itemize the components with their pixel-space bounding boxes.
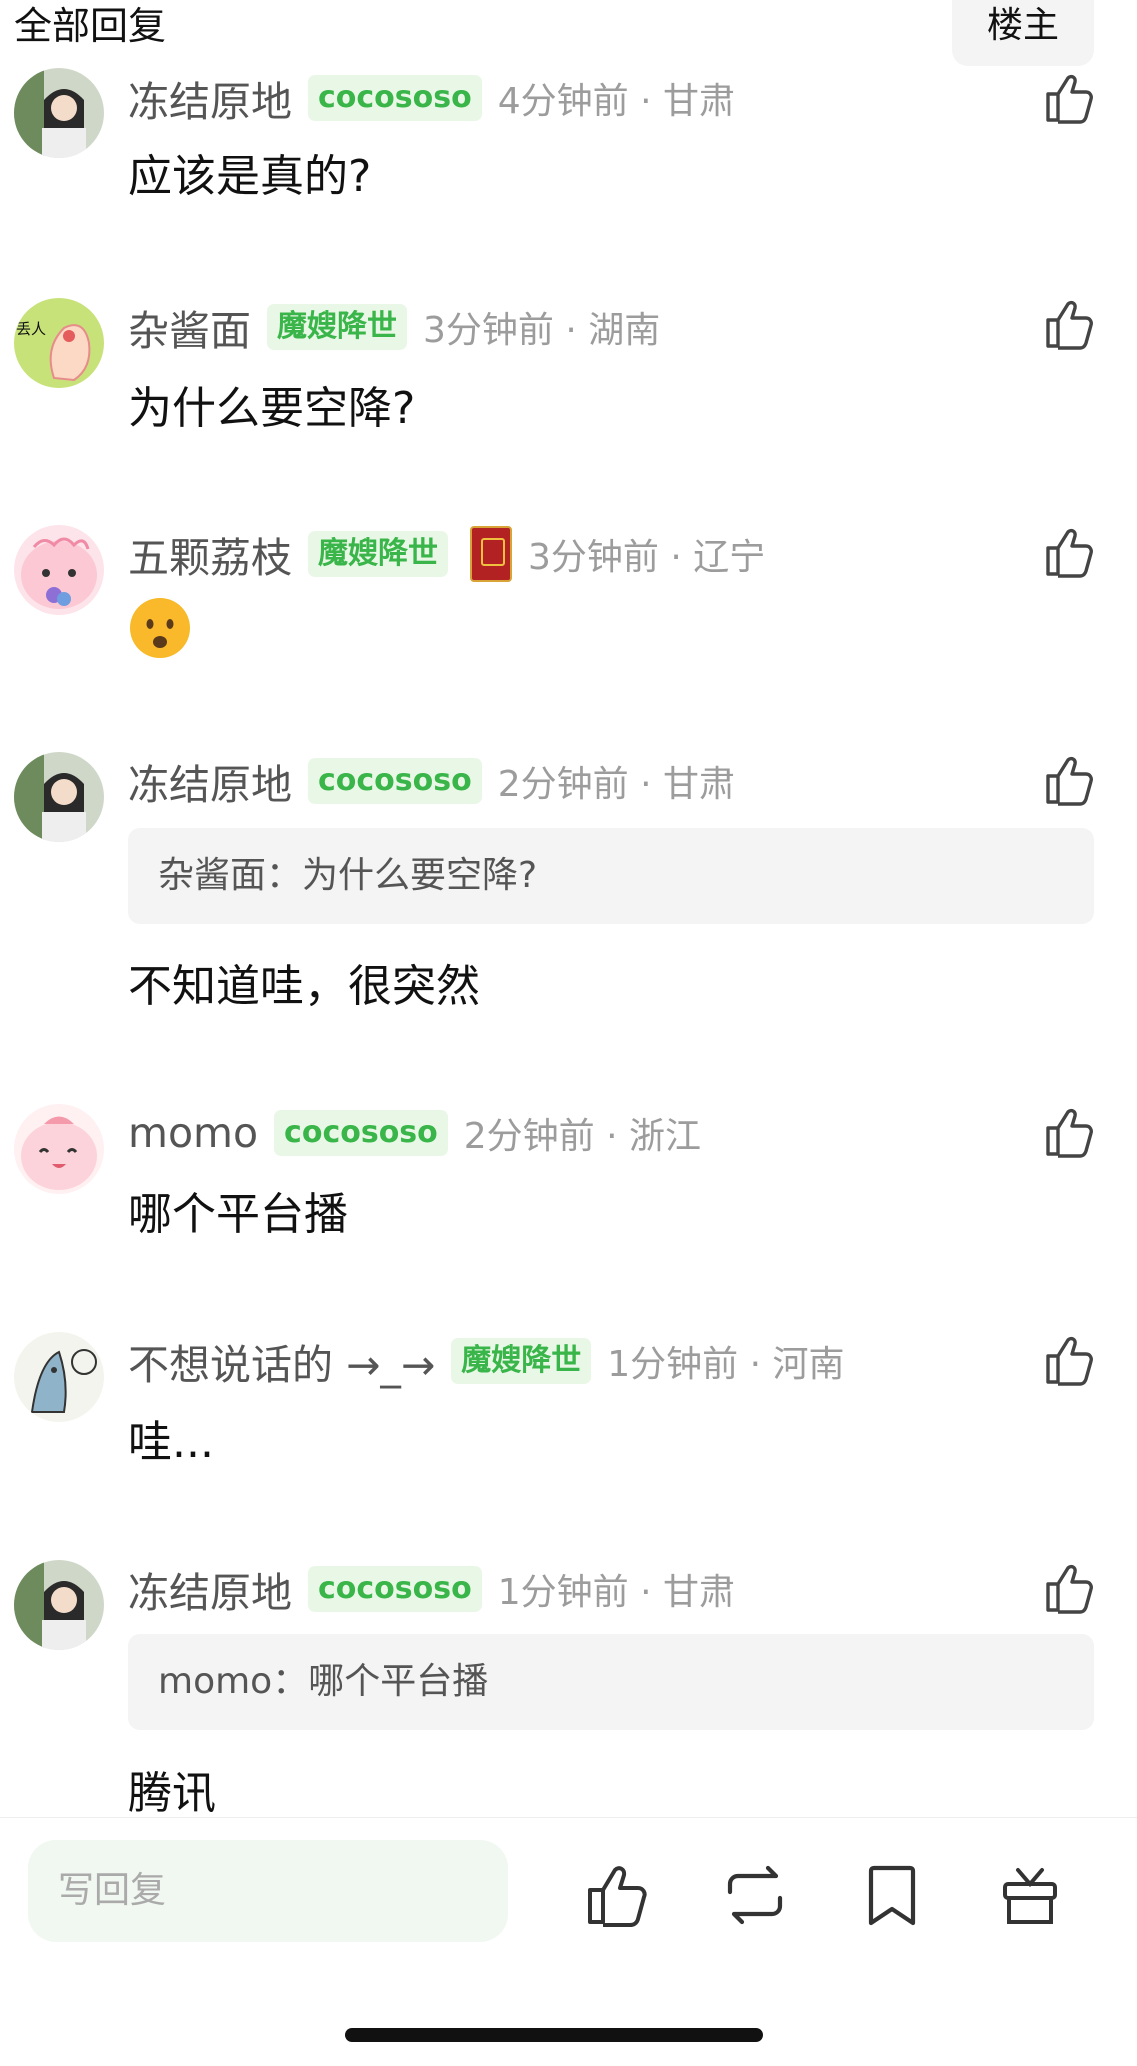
comment-meta: 1分钟前 · 甘肃 (497, 1572, 735, 1613)
comment-text: 腾讯 (128, 1768, 216, 1819)
fan-badge[interactable]: 魔嫂降世 (308, 531, 448, 577)
fan-badge[interactable]: cocososo (274, 1110, 448, 1156)
username[interactable]: 杂酱面 (128, 297, 251, 357)
comment-header: 五颗荔枝 魔嫂降世 3分钟前 · 辽宁 (128, 524, 765, 584)
thumbs-up-icon[interactable] (1040, 1332, 1096, 1388)
avatar[interactable] (14, 525, 104, 615)
comment-text: 哇... (128, 1417, 214, 1468)
avatar[interactable] (14, 1332, 104, 1422)
fan-badge[interactable]: cocososo (308, 1566, 482, 1612)
comment-header: momo cocososo 2分钟前 · 浙江 (128, 1103, 701, 1163)
gift-icon[interactable] (995, 1860, 1065, 1930)
comment-header: 冻结原地 cocososo 4分钟前 · 甘肃 (128, 68, 735, 128)
username[interactable]: momo (128, 1109, 258, 1157)
avatar[interactable] (14, 1104, 104, 1194)
avatar[interactable]: 丢人 (14, 298, 104, 388)
comment-text: 为什么要空降? (128, 383, 416, 434)
reply-input[interactable]: 写回复 (28, 1840, 508, 1942)
page-title: 全部回复 (14, 4, 167, 48)
thumbs-up-icon[interactable] (1040, 296, 1096, 352)
comment-header: 不想说话的 →_→ 魔嫂降世 1分钟前 · 河南 (128, 1331, 845, 1391)
fan-badge[interactable]: cocososo (308, 758, 482, 804)
comment-header: 冻结原地 cocososo 2分钟前 · 甘肃 (128, 751, 735, 811)
comment-text: 哪个平台播 (128, 1189, 348, 1240)
thumbs-up-icon[interactable] (1040, 70, 1096, 126)
comment-text: 应该是真的? (128, 151, 372, 202)
comment-text: 不知道哇，很突然 (128, 961, 480, 1012)
quoted-reply[interactable]: 杂酱面：为什么要空降? (128, 828, 1094, 924)
username[interactable]: 五颗荔枝 (128, 524, 292, 584)
comment-meta: 2分钟前 · 甘肃 (497, 764, 735, 805)
username[interactable]: 不想说话的 →_→ (128, 1331, 435, 1391)
red-envelope-icon[interactable] (470, 526, 512, 582)
comment-meta: 4分钟前 · 甘肃 (497, 81, 735, 122)
avatar-caption: 丢人 (16, 320, 47, 338)
fan-badge[interactable]: cocososo (308, 75, 482, 121)
avatar[interactable] (14, 752, 104, 842)
avatar[interactable] (14, 68, 104, 158)
fan-badge[interactable]: 魔嫂降世 (451, 1338, 592, 1384)
username[interactable]: 冻结原地 (128, 1559, 292, 1619)
comment-meta: 3分钟前 · 辽宁 (528, 537, 766, 578)
thumbs-up-icon[interactable] (1040, 1104, 1096, 1160)
bookmark-icon[interactable] (857, 1860, 927, 1930)
thumbs-up-icon[interactable] (1040, 1560, 1096, 1616)
comment-meta: 2分钟前 · 浙江 (463, 1116, 702, 1157)
home-indicator[interactable] (345, 2028, 763, 2042)
username[interactable]: 冻结原地 (128, 751, 292, 811)
quoted-reply[interactable]: momo：哪个平台播 (128, 1634, 1094, 1730)
comment-header: 冻结原地 cocososo 1分钟前 · 甘肃 (128, 1559, 735, 1619)
bottom-action-bar: 写回复 (0, 1817, 1137, 2066)
frowning-face-icon (130, 598, 190, 658)
fan-badge[interactable]: 魔嫂降世 (267, 304, 407, 350)
thumbs-up-icon[interactable] (1040, 752, 1096, 808)
thumbs-up-icon[interactable] (1040, 524, 1096, 580)
comment-meta: 3分钟前 · 湖南 (423, 310, 661, 351)
username[interactable]: 冻结原地 (128, 68, 292, 128)
comment-meta: 1分钟前 · 河南 (607, 1344, 845, 1385)
comment-header: 杂酱面 魔嫂降世 3分钟前 · 湖南 (128, 297, 660, 357)
repost-icon[interactable] (720, 1860, 790, 1930)
thumbs-up-icon[interactable] (582, 1860, 652, 1930)
op-only-button[interactable]: 楼主 (952, 0, 1094, 66)
avatar[interactable] (14, 1560, 104, 1650)
